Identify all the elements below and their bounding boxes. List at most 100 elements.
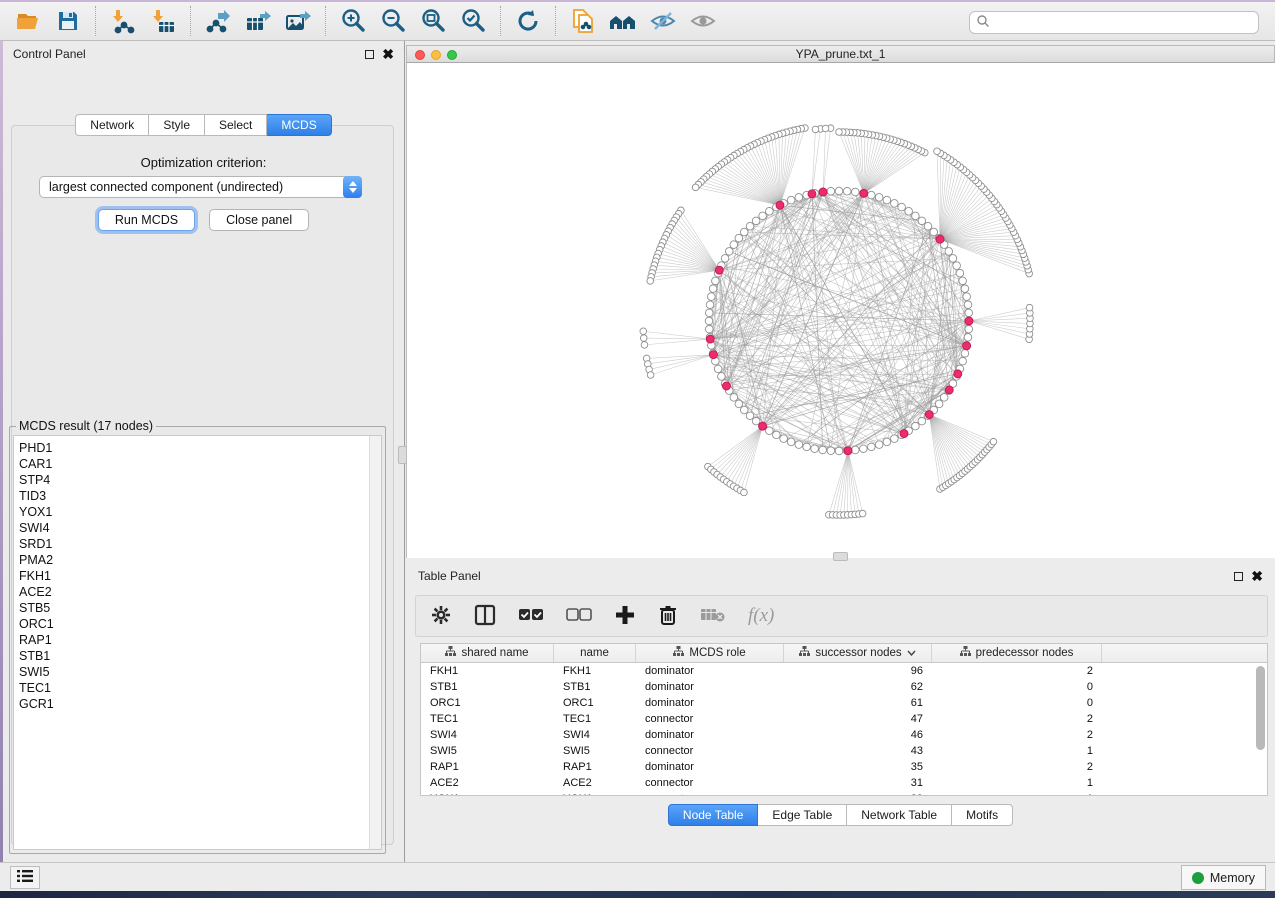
- cell-predecessor-nodes[interactable]: 2: [932, 761, 1102, 773]
- mcds-result-item[interactable]: ACE2: [19, 584, 381, 600]
- show-all-button[interactable]: [683, 5, 723, 37]
- mcds-node[interactable]: [925, 411, 933, 419]
- tab-network-table[interactable]: Network Table: [847, 804, 952, 826]
- network-node[interactable]: [827, 187, 835, 195]
- network-node[interactable]: [956, 269, 964, 277]
- network-node[interactable]: [1026, 304, 1033, 311]
- deselect-all-rows-button[interactable]: [566, 607, 592, 626]
- tab-network[interactable]: Network: [75, 114, 149, 136]
- mcds-node[interactable]: [936, 235, 944, 243]
- task-history-button[interactable]: [10, 866, 40, 889]
- network-node[interactable]: [965, 325, 973, 333]
- column-header-MCDS-role[interactable]: MCDS role: [636, 644, 784, 662]
- table-settings-button[interactable]: [430, 604, 452, 629]
- search-input[interactable]: [994, 16, 1252, 30]
- cell-predecessor-nodes[interactable]: 2: [932, 713, 1102, 725]
- copy-network-button[interactable]: [563, 5, 603, 37]
- network-node[interactable]: [787, 196, 795, 204]
- node-table[interactable]: shared namenameMCDS rolesuccessor nodesp…: [420, 643, 1268, 796]
- network-node[interactable]: [766, 427, 774, 435]
- network-node[interactable]: [851, 188, 859, 196]
- network-node[interactable]: [746, 222, 754, 230]
- network-node[interactable]: [730, 241, 738, 249]
- network-node[interactable]: [964, 301, 972, 309]
- network-node[interactable]: [953, 262, 961, 270]
- column-header-shared-name[interactable]: shared name: [421, 644, 554, 662]
- refresh-layout-button[interactable]: [508, 5, 548, 37]
- close-panel-button[interactable]: Close panel: [209, 209, 309, 231]
- network-node[interactable]: [918, 217, 926, 225]
- table-row[interactable]: SWI4SWI4dominator462: [421, 727, 1267, 743]
- cell-MCDS-role[interactable]: dominator: [636, 681, 784, 693]
- network-node[interactable]: [827, 447, 835, 455]
- clear-table-button[interactable]: [700, 606, 726, 627]
- cell-shared-name[interactable]: STB1: [421, 681, 554, 693]
- network-node[interactable]: [795, 441, 803, 449]
- mcds-node[interactable]: [860, 189, 868, 197]
- table-row[interactable]: YOX1YOX1connector291: [421, 791, 1267, 796]
- close-panel-icon[interactable]: ✖: [382, 50, 394, 59]
- table-row[interactable]: STB1STB1dominator620: [421, 679, 1267, 695]
- network-node[interactable]: [898, 203, 906, 211]
- network-node[interactable]: [905, 207, 913, 215]
- network-node[interactable]: [959, 357, 967, 365]
- column-header-predecessor-nodes[interactable]: predecessor nodes: [932, 644, 1102, 662]
- mcds-result-item[interactable]: GCR1: [19, 696, 381, 712]
- network-node[interactable]: [851, 446, 859, 454]
- cell-predecessor-nodes[interactable]: 1: [932, 777, 1102, 789]
- table-row[interactable]: FKH1FKH1dominator962: [421, 663, 1267, 679]
- mcds-result-item[interactable]: YOX1: [19, 504, 381, 520]
- network-node[interactable]: [759, 212, 767, 220]
- float-table-panel-icon[interactable]: [1234, 572, 1243, 581]
- mcds-result-item[interactable]: PHD1: [19, 440, 381, 456]
- network-node[interactable]: [949, 255, 957, 263]
- cell-shared-name[interactable]: SWI5: [421, 745, 554, 757]
- mcds-node[interactable]: [722, 382, 730, 390]
- cell-shared-name[interactable]: ACE2: [421, 777, 554, 789]
- save-session-button[interactable]: [48, 5, 88, 37]
- cell-shared-name[interactable]: FKH1: [421, 665, 554, 677]
- first-neighbors-button[interactable]: [603, 5, 643, 37]
- memory-button[interactable]: Memory: [1181, 865, 1266, 890]
- cell-name[interactable]: FKH1: [554, 665, 636, 677]
- network-node[interactable]: [640, 335, 647, 342]
- cell-successor-nodes[interactable]: 46: [784, 729, 932, 741]
- tab-style[interactable]: Style: [149, 114, 205, 136]
- run-mcds-button[interactable]: Run MCDS: [98, 209, 195, 231]
- network-node[interactable]: [746, 412, 754, 420]
- cell-shared-name[interactable]: SWI4: [421, 729, 554, 741]
- network-node[interactable]: [891, 200, 899, 208]
- zoom-selected-button[interactable]: [453, 5, 493, 37]
- cell-predecessor-nodes[interactable]: 1: [932, 793, 1102, 796]
- cell-shared-name[interactable]: ORC1: [421, 697, 554, 709]
- cell-shared-name[interactable]: YOX1: [421, 793, 554, 796]
- network-node[interactable]: [843, 187, 851, 195]
- network-node[interactable]: [868, 443, 876, 451]
- network-node[interactable]: [859, 510, 866, 517]
- mcds-node[interactable]: [900, 430, 908, 438]
- cell-name[interactable]: STB1: [554, 681, 636, 693]
- network-node[interactable]: [883, 196, 891, 204]
- mcds-node[interactable]: [945, 386, 953, 394]
- network-node[interactable]: [934, 148, 941, 155]
- tab-edge-table[interactable]: Edge Table: [758, 804, 847, 826]
- network-node[interactable]: [964, 333, 972, 341]
- network-graph[interactable]: [407, 63, 1275, 558]
- network-node[interactable]: [766, 207, 774, 215]
- network-node[interactable]: [721, 255, 729, 263]
- cell-successor-nodes[interactable]: 31: [784, 777, 932, 789]
- mcds-result-item[interactable]: PMA2: [19, 552, 381, 568]
- network-node[interactable]: [705, 309, 713, 317]
- table-row[interactable]: ACE2ACE2connector311: [421, 775, 1267, 791]
- table-row[interactable]: SWI5SWI5connector431: [421, 743, 1267, 759]
- column-header-name[interactable]: name: [554, 644, 636, 662]
- minimize-window-icon[interactable]: [431, 50, 441, 60]
- network-node[interactable]: [740, 228, 748, 236]
- optimization-criterion-dropdown[interactable]: largest connected component (undirected): [39, 176, 362, 198]
- network-node[interactable]: [918, 417, 926, 425]
- network-node[interactable]: [780, 435, 788, 443]
- add-column-button[interactable]: [614, 604, 636, 629]
- network-node[interactable]: [647, 278, 654, 285]
- network-canvas[interactable]: [406, 63, 1275, 558]
- apply-function-button[interactable]: f(x): [748, 605, 774, 627]
